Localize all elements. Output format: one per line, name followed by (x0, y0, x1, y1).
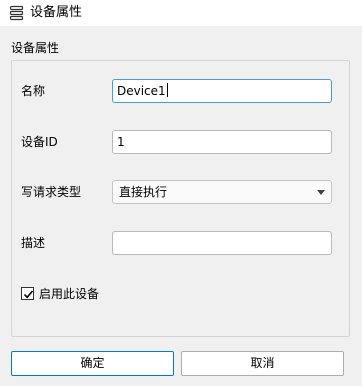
enable-device-checkbox[interactable] (21, 287, 34, 300)
layers-icon (9, 5, 25, 21)
device-id-label: 设备ID (21, 135, 58, 149)
title-bar: 设备属性 (0, 0, 362, 26)
write-type-value: 直接执行 (119, 185, 168, 199)
name-value: Device1 (117, 84, 166, 98)
description-label: 描述 (21, 236, 46, 250)
window-title: 设备属性 (30, 5, 83, 20)
group-title: 设备属性 (11, 41, 60, 55)
ok-button[interactable]: 确定 (11, 351, 174, 376)
description-input[interactable] (112, 231, 332, 255)
check-icon (23, 290, 34, 299)
device-id-input[interactable]: 1 (112, 130, 332, 154)
write-type-select[interactable]: 直接执行 (112, 180, 332, 204)
text-caret (166, 83, 168, 97)
write-type-label: 写请求类型 (21, 185, 82, 199)
device-id-value: 1 (117, 135, 125, 149)
name-input[interactable]: Device1 (112, 79, 332, 103)
enable-device-label: 启用此设备 (39, 287, 100, 301)
name-label: 名称 (21, 84, 46, 98)
chevron-down-icon (317, 190, 325, 195)
cancel-button[interactable]: 取消 (181, 351, 344, 376)
